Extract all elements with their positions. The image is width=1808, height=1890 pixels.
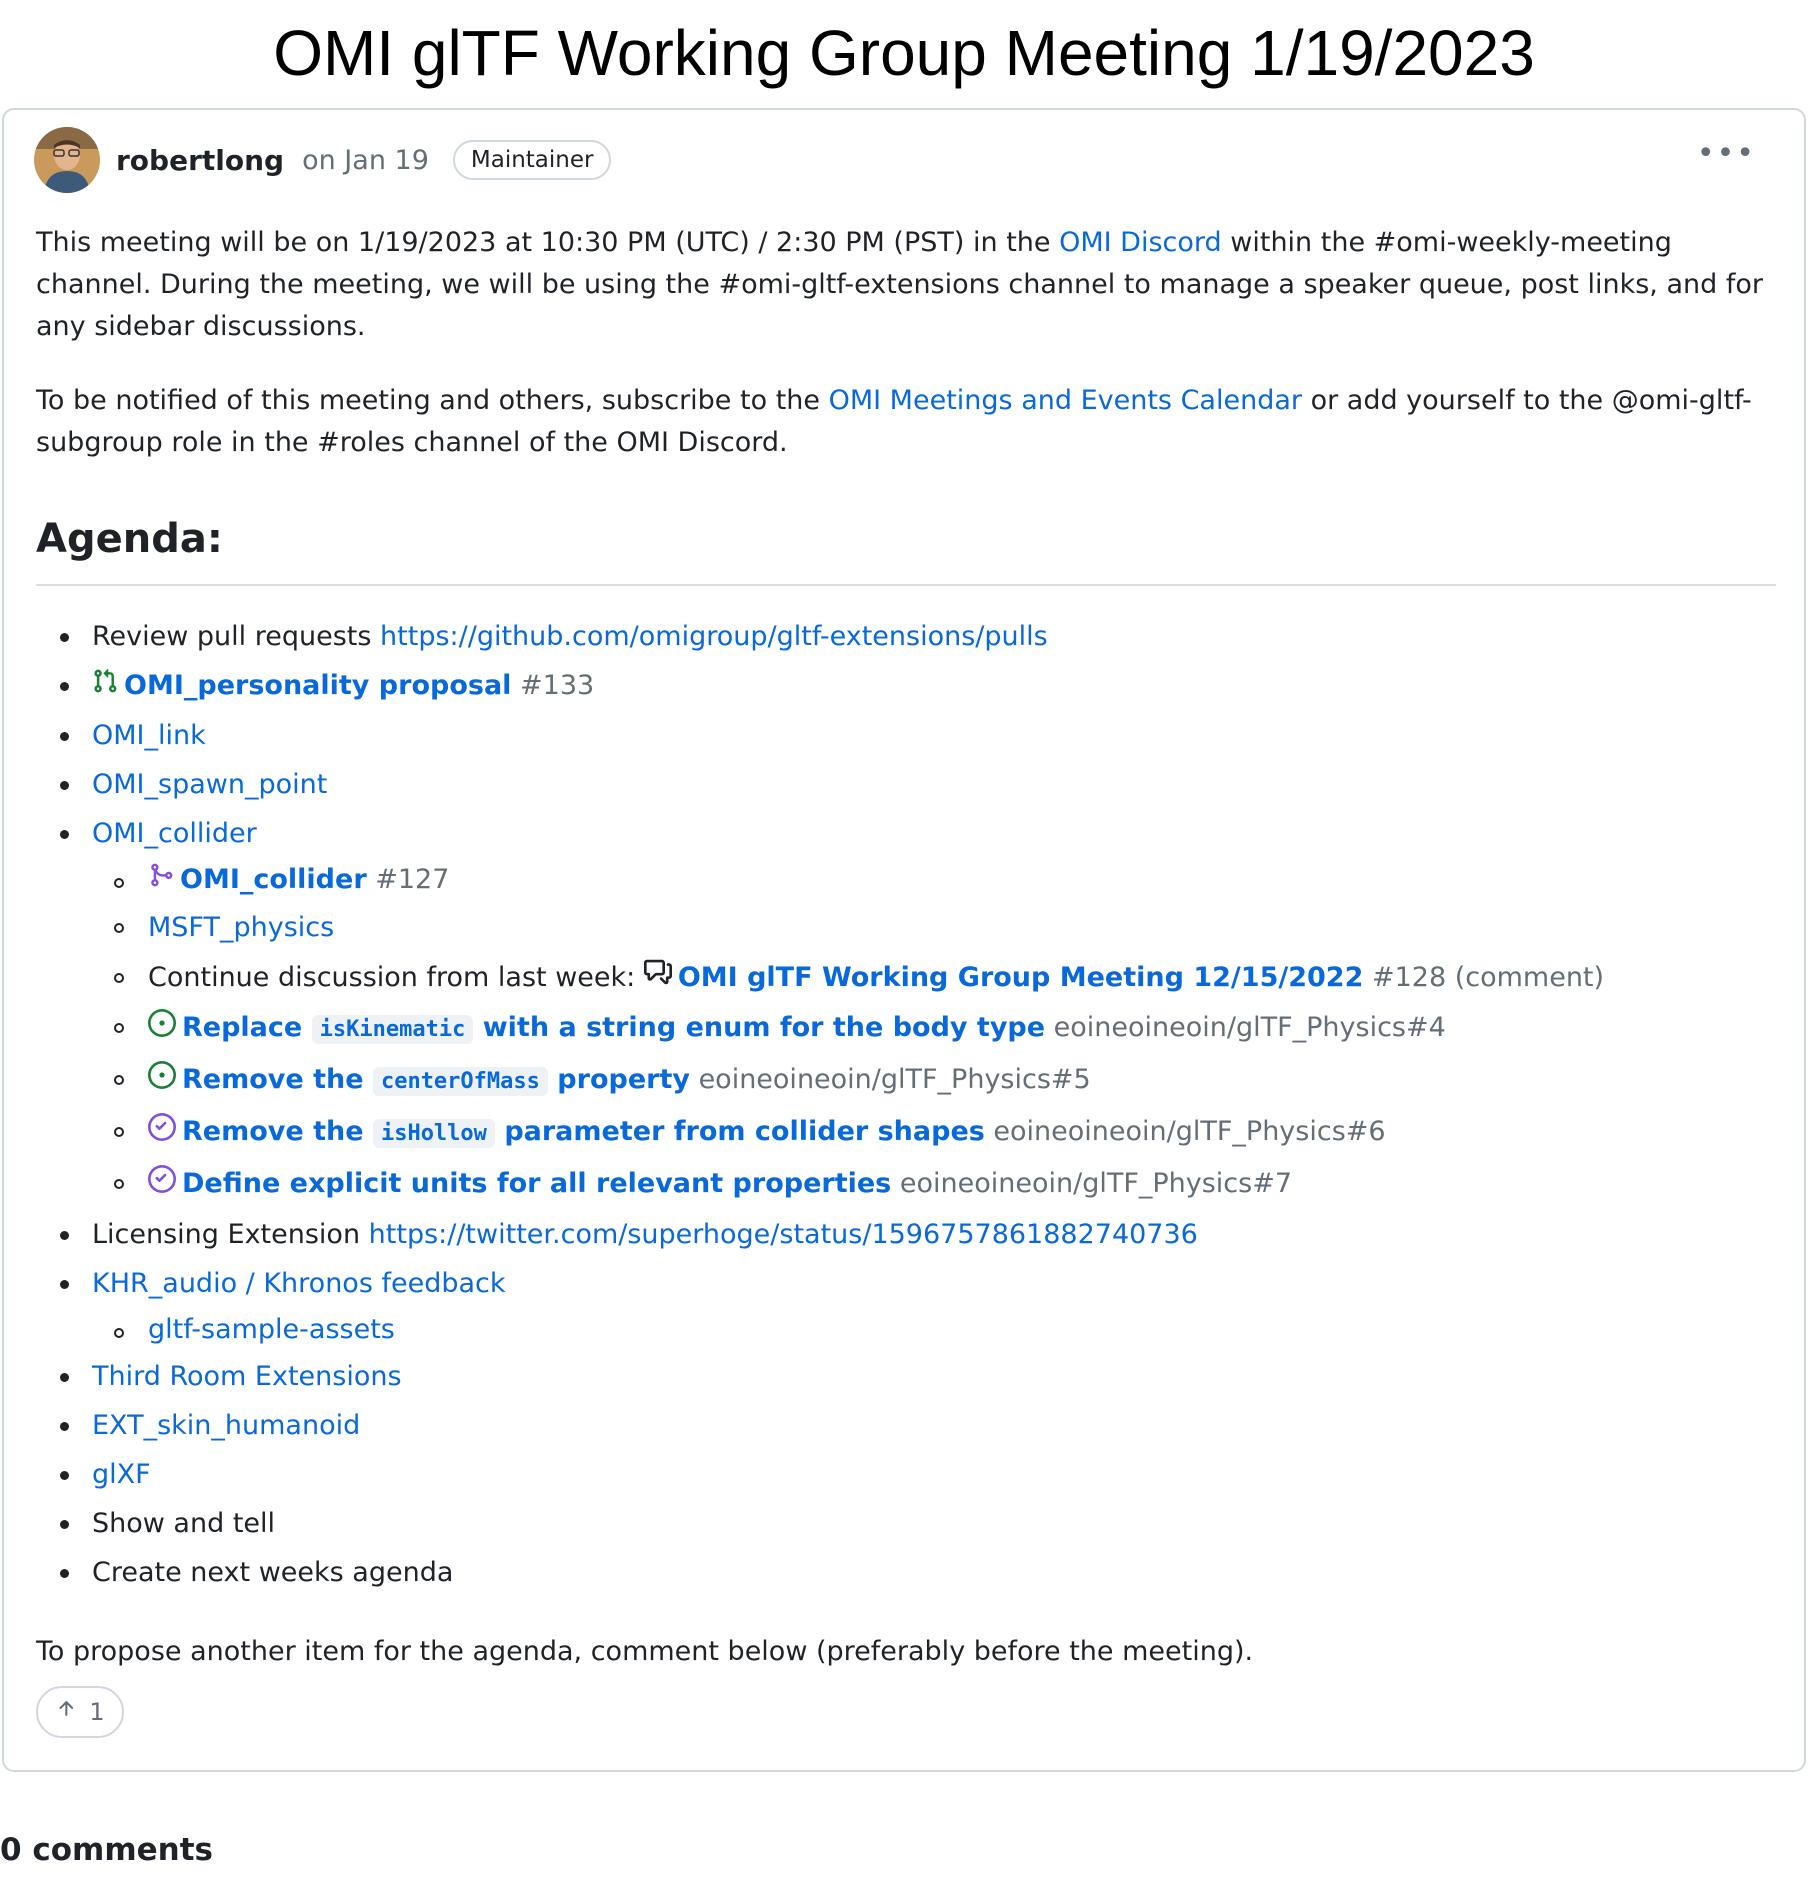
upvote-button[interactable]: 1: [36, 1686, 124, 1738]
issue-7-link[interactable]: Define explicit units for all relevant p…: [182, 1168, 891, 1199]
footer-text: To propose another item for the agenda, …: [36, 1635, 1254, 1667]
omi-link-link[interactable]: OMI_link: [92, 720, 206, 751]
pull-request-icon: [92, 662, 118, 711]
licensing-text: Licensing Extension: [92, 1218, 369, 1250]
avatar[interactable]: [34, 127, 100, 193]
arrow-up-icon: [55, 1697, 77, 1727]
list-item: EXT_skin_humanoid: [36, 1401, 1776, 1450]
issue-ref: eoineoineoin/glTF_Physics#5: [698, 1064, 1091, 1095]
issue-5-link[interactable]: Remove the centerOfMass property: [182, 1064, 690, 1096]
list-item: OMI_personality proposal #133: [36, 661, 1776, 711]
discussion-icon: [643, 953, 672, 1003]
list-item: gltf-sample-assets: [92, 1308, 1776, 1352]
list-item: OMI_spawn_point: [36, 760, 1776, 809]
intro-text: To be notified of this meeting and other…: [36, 385, 829, 416]
list-item: OMI_link: [36, 711, 1776, 760]
post-date[interactable]: on Jan 19: [302, 145, 429, 176]
agenda-list: Review pull requests https://github.com/…: [36, 612, 1776, 1597]
list-item: Remove the isHollow parameter from colli…: [92, 1107, 1776, 1159]
code-span: isHollow: [372, 1119, 495, 1148]
list-item: Replace isKinematic with a string enum f…: [92, 1003, 1776, 1055]
issue-ref: eoineoineoin/glTF_Physics#7: [899, 1168, 1293, 1199]
list-item: OMI_collider #127: [92, 858, 1776, 903]
page-title: OMI glTF Working Group Meeting 1/19/2023: [273, 17, 1535, 89]
merged-pr-icon: [148, 859, 174, 903]
omi-discord-link[interactable]: OMI Discord: [1059, 227, 1222, 258]
discussion-number: #128 (comment): [1371, 961, 1605, 993]
pr-number: #127: [375, 864, 450, 895]
closed-issue-icon: [148, 1160, 176, 1210]
list-item: KHR_audio / Khronos feedback gltf-sample…: [36, 1259, 1776, 1352]
review-text: Review pull requests: [92, 621, 381, 652]
issue-title-part: property: [547, 1064, 690, 1095]
issue-4-link[interactable]: Replace isKinematic with a string enum f…: [182, 1012, 1046, 1044]
upvote-count: 1: [89, 1698, 105, 1726]
list-item: Define explicit units for all relevant p…: [92, 1159, 1776, 1210]
code-span: centerOfMass: [372, 1067, 548, 1096]
spawn-point-link[interactable]: OMI_spawn_point: [92, 769, 327, 800]
issue-title-part: parameter from collider shapes: [494, 1116, 985, 1147]
issue-title-part: with a string enum for the body type: [473, 1012, 1046, 1043]
issue-title-part: Replace: [182, 1012, 312, 1043]
pr-number: #133: [520, 670, 595, 701]
licensing-link[interactable]: https://twitter.com/superhoge/status/159…: [369, 1219, 1198, 1250]
list-item: Show and tell: [36, 1499, 1776, 1548]
issue-6-link[interactable]: Remove the isHollow parameter from colli…: [182, 1116, 985, 1148]
collider-sublist: OMI_collider #127 MSFT_physics Continue …: [92, 858, 1776, 1210]
list-item: Third Room Extensions: [36, 1352, 1776, 1401]
intro-paragraph-1: This meeting will be on 1/19/2023 at 10:…: [36, 222, 1776, 348]
skin-humanoid-link[interactable]: EXT_skin_humanoid: [92, 1410, 360, 1441]
issue-ref: eoineoineoin/glTF_Physics#6: [993, 1116, 1386, 1147]
open-issue-icon: [148, 1056, 176, 1106]
list-item: Create next weeks agenda: [36, 1548, 1776, 1597]
list-item: Review pull requests https://github.com/…: [36, 612, 1776, 661]
intro-text: This meeting will be on 1/19/2023 at 10:…: [36, 227, 1060, 258]
previous-meeting-link[interactable]: OMI glTF Working Group Meeting 12/15/202…: [678, 962, 1364, 993]
issue-title-part: Remove the: [182, 1064, 373, 1095]
avatar-image: [34, 127, 100, 193]
list-item: Continue discussion from last week: OMI …: [92, 953, 1776, 1004]
show-tell-text: Show and tell: [92, 1507, 276, 1539]
pulls-link[interactable]: https://github.com/omigroup/gltf-extensi…: [380, 621, 1048, 652]
personality-pr-link[interactable]: OMI_personality proposal: [124, 670, 511, 701]
post-body: This meeting will be on 1/19/2023 at 10:…: [36, 222, 1776, 1673]
khr-audio-link[interactable]: KHR_audio / Khronos feedback: [92, 1268, 506, 1299]
next-agenda-text: Create next weeks agenda: [92, 1556, 454, 1588]
open-issue-icon: [148, 1004, 176, 1054]
issue-ref: eoineoineoin/glTF_Physics#4: [1053, 1012, 1446, 1043]
discussion-post: robertlong on Jan 19 Maintainer ••• This…: [2, 108, 1806, 1772]
third-room-link[interactable]: Third Room Extensions: [92, 1361, 402, 1392]
continue-text: Continue discussion from last week:: [148, 961, 644, 993]
msft-physics-link[interactable]: MSFT_physics: [148, 912, 334, 943]
omi-collider-link[interactable]: OMI_collider: [92, 818, 257, 849]
post-header: robertlong on Jan 19 Maintainer •••: [34, 126, 1774, 194]
list-item: Remove the centerOfMass property eoineoi…: [92, 1055, 1776, 1107]
author-name[interactable]: robertlong: [116, 144, 284, 177]
list-item: MSFT_physics: [92, 903, 1776, 953]
agenda-heading: Agenda:: [36, 512, 1776, 586]
list-item: Licensing Extension https://twitter.com/…: [36, 1210, 1776, 1259]
khr-sublist: gltf-sample-assets: [92, 1308, 1776, 1352]
issue-title-part: Remove the: [182, 1116, 373, 1147]
comments-count: 0 comments: [0, 1832, 214, 1868]
closed-issue-icon: [148, 1108, 176, 1158]
collider-pr-link[interactable]: OMI_collider: [180, 864, 367, 895]
intro-paragraph-2: To be notified of this meeting and other…: [36, 380, 1776, 464]
list-item: OMI_collider OMI_collider #127 MSFT_phys…: [36, 809, 1776, 1210]
more-options-icon[interactable]: •••: [1697, 139, 1756, 176]
code-span: isKinematic: [311, 1015, 474, 1044]
calendar-link[interactable]: OMI Meetings and Events Calendar: [829, 385, 1302, 416]
list-item: glXF: [36, 1450, 1776, 1499]
glxf-link[interactable]: glXF: [92, 1459, 151, 1490]
maintainer-badge: Maintainer: [452, 140, 612, 180]
sample-assets-link[interactable]: gltf-sample-assets: [148, 1314, 395, 1345]
